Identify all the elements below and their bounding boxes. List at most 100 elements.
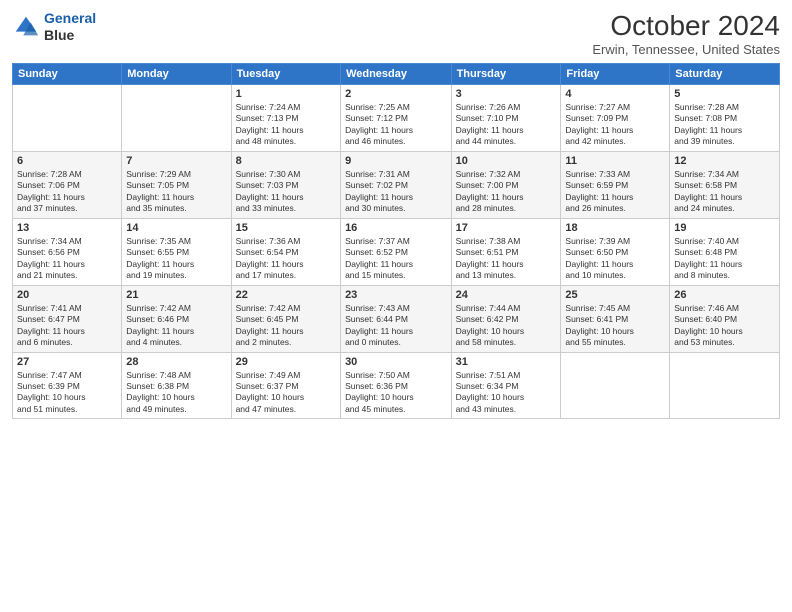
day-info: Sunrise: 7:29 AM Sunset: 7:05 PM Dayligh… bbox=[126, 169, 226, 215]
day-number: 18 bbox=[565, 222, 665, 234]
week-row-3: 20 Sunrise: 7:41 AM Sunset: 6:47 PM Dayli… bbox=[13, 285, 780, 352]
table-row: 27 Sunrise: 7:47 AM Sunset: 6:39 PM Dayli… bbox=[13, 352, 122, 419]
table-row: 20 Sunrise: 7:41 AM Sunset: 6:47 PM Dayli… bbox=[13, 285, 122, 352]
table-row: 24Sunrise: 7:44 AM Sunset: 6:42 PM Dayli… bbox=[451, 285, 561, 352]
day-info: Sunrise: 7:47 AM Sunset: 6:39 PM Dayligh… bbox=[17, 370, 117, 416]
logo-icon bbox=[12, 13, 40, 41]
table-row: 13 Sunrise: 7:34 AM Sunset: 6:56 PM Dayli… bbox=[13, 218, 122, 285]
table-row: 30 Sunrise: 7:50 AM Sunset: 6:36 PM Dayli… bbox=[341, 352, 452, 419]
day-number: 4 bbox=[565, 88, 665, 100]
table-row: 14 Sunrise: 7:35 AM Sunset: 6:55 PM Dayli… bbox=[122, 218, 231, 285]
day-number: 28 bbox=[126, 356, 226, 368]
col-wednesday: Wednesday bbox=[341, 64, 452, 85]
table-row: 22 Sunrise: 7:42 AM Sunset: 6:45 PM Dayli… bbox=[231, 285, 340, 352]
day-number: 20 bbox=[17, 289, 117, 301]
table-row: 12 Sunrise: 7:34 AM Sunset: 6:58 PM Dayli… bbox=[670, 151, 780, 218]
day-info: Sunrise: 7:28 AM Sunset: 7:08 PM Dayligh… bbox=[674, 102, 775, 148]
day-number: 10 bbox=[456, 155, 557, 167]
table-row: 8 Sunrise: 7:30 AM Sunset: 7:03 PM Daylig… bbox=[231, 151, 340, 218]
day-info: Sunrise: 7:43 AM Sunset: 6:44 PM Dayligh… bbox=[345, 303, 447, 349]
col-thursday: Thursday bbox=[451, 64, 561, 85]
day-info: Sunrise: 7:34 AM Sunset: 6:56 PM Dayligh… bbox=[17, 236, 117, 282]
table-row: 21 Sunrise: 7:42 AM Sunset: 6:46 PM Dayli… bbox=[122, 285, 231, 352]
day-number: 5 bbox=[674, 88, 775, 100]
day-info: Sunrise: 7:32 AM Sunset: 7:00 PM Dayligh… bbox=[456, 169, 557, 215]
day-number: 23 bbox=[345, 289, 447, 301]
table-row bbox=[670, 352, 780, 419]
day-number: 26 bbox=[674, 289, 775, 301]
table-row: 26 Sunrise: 7:46 AM Sunset: 6:40 PM Dayli… bbox=[670, 285, 780, 352]
month-title: October 2024 bbox=[592, 10, 780, 42]
day-number: 8 bbox=[236, 155, 336, 167]
day-number: 13 bbox=[17, 222, 117, 234]
col-sunday: Sunday bbox=[13, 64, 122, 85]
day-number: 24 bbox=[456, 289, 557, 301]
table-row: 1 Sunrise: 7:24 AM Sunset: 7:13 PM Daylig… bbox=[231, 85, 340, 152]
day-info: Sunrise: 7:42 AM Sunset: 6:45 PM Dayligh… bbox=[236, 303, 336, 349]
day-info: Sunrise: 7:36 AM Sunset: 6:54 PM Dayligh… bbox=[236, 236, 336, 282]
day-info: Sunrise: 7:45 AM Sunset: 6:41 PM Dayligh… bbox=[565, 303, 665, 349]
day-info: Sunrise: 7:27 AM Sunset: 7:09 PM Dayligh… bbox=[565, 102, 665, 148]
day-number: 1 bbox=[236, 88, 336, 100]
day-number: 12 bbox=[674, 155, 775, 167]
header: General Blue October 2024 Erwin, Tenness… bbox=[12, 10, 780, 57]
page: General Blue October 2024 Erwin, Tenness… bbox=[0, 0, 792, 612]
day-info: Sunrise: 7:30 AM Sunset: 7:03 PM Dayligh… bbox=[236, 169, 336, 215]
day-info: Sunrise: 7:49 AM Sunset: 6:37 PM Dayligh… bbox=[236, 370, 336, 416]
location: Erwin, Tennessee, United States bbox=[592, 42, 780, 57]
logo-text: General Blue bbox=[44, 10, 96, 44]
col-saturday: Saturday bbox=[670, 64, 780, 85]
day-number: 19 bbox=[674, 222, 775, 234]
day-number: 14 bbox=[126, 222, 226, 234]
day-number: 22 bbox=[236, 289, 336, 301]
table-row: 16 Sunrise: 7:37 AM Sunset: 6:52 PM Dayli… bbox=[341, 218, 452, 285]
calendar-header-row: Sunday Monday Tuesday Wednesday Thursday… bbox=[13, 64, 780, 85]
title-block: October 2024 Erwin, Tennessee, United St… bbox=[592, 10, 780, 57]
week-row-2: 13 Sunrise: 7:34 AM Sunset: 6:56 PM Dayli… bbox=[13, 218, 780, 285]
day-number: 11 bbox=[565, 155, 665, 167]
table-row: 5 Sunrise: 7:28 AM Sunset: 7:08 PM Daylig… bbox=[670, 85, 780, 152]
table-row: 2Sunrise: 7:25 AM Sunset: 7:12 PM Daylig… bbox=[341, 85, 452, 152]
day-number: 30 bbox=[345, 356, 447, 368]
day-info: Sunrise: 7:35 AM Sunset: 6:55 PM Dayligh… bbox=[126, 236, 226, 282]
day-info: Sunrise: 7:42 AM Sunset: 6:46 PM Dayligh… bbox=[126, 303, 226, 349]
day-info: Sunrise: 7:50 AM Sunset: 6:36 PM Dayligh… bbox=[345, 370, 447, 416]
table-row: 19 Sunrise: 7:40 AM Sunset: 6:48 PM Dayli… bbox=[670, 218, 780, 285]
day-info: Sunrise: 7:34 AM Sunset: 6:58 PM Dayligh… bbox=[674, 169, 775, 215]
day-number: 16 bbox=[345, 222, 447, 234]
table-row: 17 Sunrise: 7:38 AM Sunset: 6:51 PM Dayli… bbox=[451, 218, 561, 285]
day-number: 21 bbox=[126, 289, 226, 301]
table-row bbox=[122, 85, 231, 152]
table-row: 25Sunrise: 7:45 AM Sunset: 6:41 PM Dayli… bbox=[561, 285, 670, 352]
table-row: 9 Sunrise: 7:31 AM Sunset: 7:02 PM Daylig… bbox=[341, 151, 452, 218]
table-row: 6Sunrise: 7:28 AM Sunset: 7:06 PM Daylig… bbox=[13, 151, 122, 218]
table-row: 23 Sunrise: 7:43 AM Sunset: 6:44 PM Dayli… bbox=[341, 285, 452, 352]
day-info: Sunrise: 7:31 AM Sunset: 7:02 PM Dayligh… bbox=[345, 169, 447, 215]
table-row: 29Sunrise: 7:49 AM Sunset: 6:37 PM Dayli… bbox=[231, 352, 340, 419]
day-info: Sunrise: 7:40 AM Sunset: 6:48 PM Dayligh… bbox=[674, 236, 775, 282]
day-number: 27 bbox=[17, 356, 117, 368]
day-info: Sunrise: 7:48 AM Sunset: 6:38 PM Dayligh… bbox=[126, 370, 226, 416]
day-info: Sunrise: 7:28 AM Sunset: 7:06 PM Dayligh… bbox=[17, 169, 117, 215]
day-info: Sunrise: 7:38 AM Sunset: 6:51 PM Dayligh… bbox=[456, 236, 557, 282]
table-row bbox=[13, 85, 122, 152]
col-friday: Friday bbox=[561, 64, 670, 85]
col-monday: Monday bbox=[122, 64, 231, 85]
week-row-0: 1 Sunrise: 7:24 AM Sunset: 7:13 PM Daylig… bbox=[13, 85, 780, 152]
day-number: 31 bbox=[456, 356, 557, 368]
day-info: Sunrise: 7:25 AM Sunset: 7:12 PM Dayligh… bbox=[345, 102, 447, 148]
day-number: 17 bbox=[456, 222, 557, 234]
col-tuesday: Tuesday bbox=[231, 64, 340, 85]
week-row-4: 27 Sunrise: 7:47 AM Sunset: 6:39 PM Dayli… bbox=[13, 352, 780, 419]
day-info: Sunrise: 7:33 AM Sunset: 6:59 PM Dayligh… bbox=[565, 169, 665, 215]
day-info: Sunrise: 7:24 AM Sunset: 7:13 PM Dayligh… bbox=[236, 102, 336, 148]
day-info: Sunrise: 7:46 AM Sunset: 6:40 PM Dayligh… bbox=[674, 303, 775, 349]
day-info: Sunrise: 7:41 AM Sunset: 6:47 PM Dayligh… bbox=[17, 303, 117, 349]
day-info: Sunrise: 7:37 AM Sunset: 6:52 PM Dayligh… bbox=[345, 236, 447, 282]
table-row: 10 Sunrise: 7:32 AM Sunset: 7:00 PM Dayli… bbox=[451, 151, 561, 218]
day-info: Sunrise: 7:51 AM Sunset: 6:34 PM Dayligh… bbox=[456, 370, 557, 416]
table-row: 3Sunrise: 7:26 AM Sunset: 7:10 PM Daylig… bbox=[451, 85, 561, 152]
table-row: 15Sunrise: 7:36 AM Sunset: 6:54 PM Dayli… bbox=[231, 218, 340, 285]
table-row: 31 Sunrise: 7:51 AM Sunset: 6:34 PM Dayli… bbox=[451, 352, 561, 419]
day-number: 9 bbox=[345, 155, 447, 167]
